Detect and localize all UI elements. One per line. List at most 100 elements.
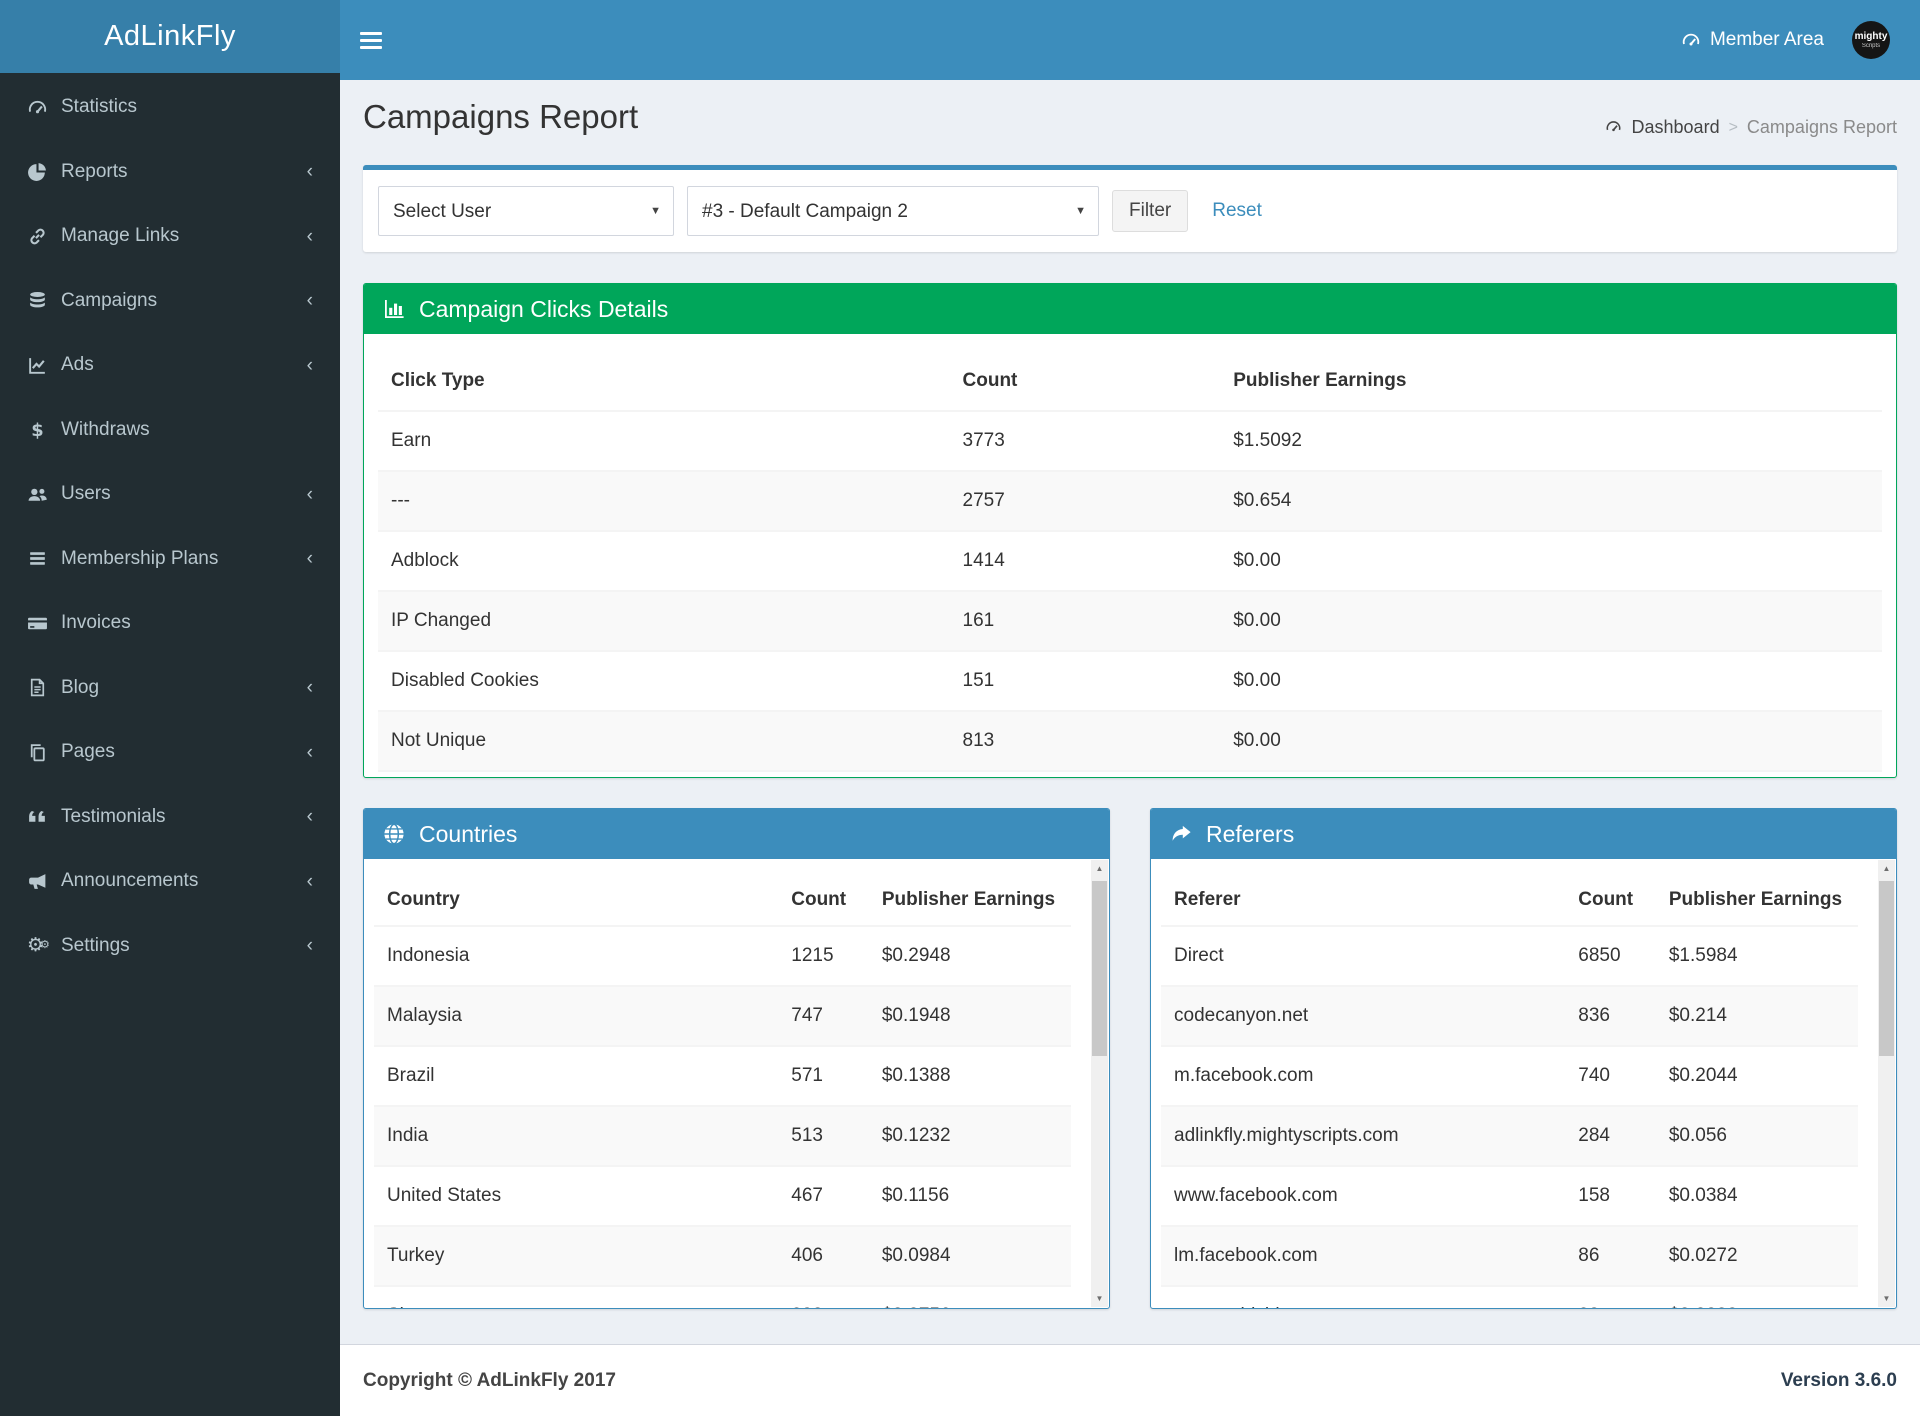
ads-icon: [27, 355, 61, 376]
sidebar-item[interactable]: Reports ‹: [0, 140, 340, 205]
cell-count: 86: [1565, 1226, 1656, 1286]
sidebar-item[interactable]: Campaigns ‹: [0, 269, 340, 334]
sidebar-item[interactable]: Ads ‹: [0, 333, 340, 398]
user-filter-select[interactable]: Select User: [378, 186, 674, 236]
sidebar-item[interactable]: Statistics ‹: [0, 75, 340, 140]
sidebar-item[interactable]: Announcements ‹: [0, 849, 340, 914]
breadcrumb-separator: >: [1729, 119, 1738, 137]
cell-count: 813: [950, 711, 1221, 771]
sidebar-item[interactable]: Blog ‹: [0, 656, 340, 721]
table-row: m.facebook.com 740 $0.2044: [1161, 1046, 1858, 1106]
campaign-filter-select[interactable]: #3 - Default Campaign 2: [687, 186, 1099, 236]
countries-header: Countries: [364, 809, 1109, 859]
scroll-down-arrow[interactable]: ▼: [1091, 1290, 1108, 1307]
table-row: lm.facebook.com 86 $0.0272: [1161, 1226, 1858, 1286]
cell-earnings: $0.654: [1220, 471, 1882, 531]
chevron-left-icon: ‹: [307, 743, 313, 762]
scroll-up-arrow[interactable]: ▲: [1091, 860, 1108, 877]
brand-logo[interactable]: AdLinkFly: [0, 0, 340, 73]
cell-country: India: [374, 1106, 778, 1166]
cell-earnings: $1.5092: [1220, 411, 1882, 471]
sidebar-item[interactable]: $ Withdraws ‹: [0, 398, 340, 463]
cell-count: 290: [778, 1286, 869, 1308]
blog-icon: [27, 677, 61, 698]
chevron-left-icon: ‹: [307, 807, 313, 826]
sidebar-item-label: Users: [61, 483, 307, 505]
cell-count: 513: [778, 1106, 869, 1166]
breadcrumb-dashboard-link[interactable]: Dashboard: [1605, 117, 1720, 138]
top-navbar: Member Area mighty Scripts: [340, 0, 1920, 80]
table-row: Malaysia 747 $0.1948: [374, 986, 1071, 1046]
cell-count: 1414: [950, 531, 1221, 591]
cell-count: 571: [778, 1046, 869, 1106]
cell-earnings: $0.00: [1220, 591, 1882, 651]
sidebar-item-label: Settings: [61, 935, 307, 957]
countries-panel: Countries Country Count Publisher Earnin…: [363, 808, 1110, 1309]
sidebar-item[interactable]: Manage Links ‹: [0, 204, 340, 269]
sidebar-item[interactable]: ⚙⚙ Settings ‹: [0, 914, 340, 979]
countries-scrollbar: ▲ ▼: [1091, 860, 1108, 1307]
sidebar-item[interactable]: Membership Plans ‹: [0, 527, 340, 592]
sidebar-item-label: Testimonials: [61, 806, 307, 828]
cell-count: 836: [1565, 986, 1656, 1046]
table-row: Adblock 1414 $0.00: [378, 531, 1882, 591]
countries-table: Country Count Publisher Earnings Indones…: [374, 859, 1071, 1308]
withdraws-icon: $: [27, 419, 61, 440]
sidebar-item[interactable]: Invoices ‹: [0, 591, 340, 656]
reset-link[interactable]: Reset: [1212, 200, 1262, 222]
scrollbar-thumb[interactable]: [1092, 881, 1107, 1056]
scroll-down-arrow[interactable]: ▼: [1878, 1290, 1895, 1307]
settings-icon: ⚙⚙: [27, 936, 61, 955]
cell-earnings: $0.056: [1656, 1106, 1858, 1166]
panel-title: Campaign Clicks Details: [419, 296, 668, 323]
scroll-up-arrow[interactable]: ▲: [1878, 860, 1895, 877]
cell-earnings: $0.0984: [869, 1226, 1071, 1286]
breadcrumb-current: Campaigns Report: [1747, 117, 1897, 138]
table-row: United States 467 $0.1156: [374, 1166, 1071, 1226]
cell-click-type: Earn: [378, 411, 950, 471]
cell-referer: m.facebook.com: [1161, 1046, 1565, 1106]
sidebar-item[interactable]: Testimonials ‹: [0, 785, 340, 850]
pages-icon: [27, 742, 61, 763]
member-area-link[interactable]: Member Area: [1681, 29, 1824, 51]
sidebar-item[interactable]: Pages ‹: [0, 720, 340, 785]
share-icon: [1169, 822, 1193, 846]
cell-country: Indonesia: [374, 926, 778, 986]
user-avatar[interactable]: mighty Scripts: [1852, 21, 1890, 59]
table-row: adlinkfly.mightyscripts.com 284 $0.056: [1161, 1106, 1858, 1166]
chevron-left-icon: ‹: [307, 936, 313, 955]
filter-button[interactable]: Filter: [1112, 190, 1188, 232]
navbar-right: Member Area mighty Scripts: [1681, 21, 1920, 59]
sidebar-item-label: Withdraws: [61, 419, 307, 441]
cell-click-type: IP Changed: [378, 591, 950, 651]
campaign-clicks-header: Campaign Clicks Details: [364, 284, 1896, 334]
scrollbar-thumb[interactable]: [1879, 881, 1894, 1056]
cell-earnings: $0.2044: [1656, 1046, 1858, 1106]
sidebar-item[interactable]: Users ‹: [0, 462, 340, 527]
invoices-icon: [27, 613, 61, 634]
table-row: Disabled Cookies 151 $0.00: [378, 651, 1882, 711]
dashboard-icon: [1605, 118, 1625, 138]
sidebar-item-label: Ads: [61, 354, 307, 376]
sidebar-toggle-button[interactable]: [346, 0, 396, 80]
referers-panel: Referers Referer Count Publisher Earning…: [1150, 808, 1897, 1309]
panel-title: Countries: [419, 821, 517, 848]
dashboard-icon: [1681, 30, 1701, 50]
col-header-country: Country: [374, 859, 778, 926]
cell-count: 2757: [950, 471, 1221, 531]
cell-count: 284: [1565, 1106, 1656, 1166]
cell-earnings: $0.0384: [1656, 1166, 1858, 1226]
user-select-wrap: Select User ▼: [378, 186, 674, 236]
cell-count: 151: [950, 651, 1221, 711]
cell-earnings: $0.1948: [869, 986, 1071, 1046]
table-row: Brazil 571 $0.1388: [374, 1046, 1071, 1106]
sidebar-item-label: Statistics: [61, 96, 307, 118]
cell-earnings: $0.1156: [869, 1166, 1071, 1226]
cell-earnings: $0.0088: [1656, 1286, 1858, 1308]
cell-referer: codecanyon.net: [1161, 986, 1565, 1046]
footer: Copyright © AdLinkFly 2017 Version 3.6.0: [340, 1344, 1920, 1416]
cell-referer: lm.facebook.com: [1161, 1226, 1565, 1286]
cell-earnings: $0.00: [1220, 711, 1882, 771]
cell-count: 161: [950, 591, 1221, 651]
table-row: --- 2757 $0.654: [378, 471, 1882, 531]
